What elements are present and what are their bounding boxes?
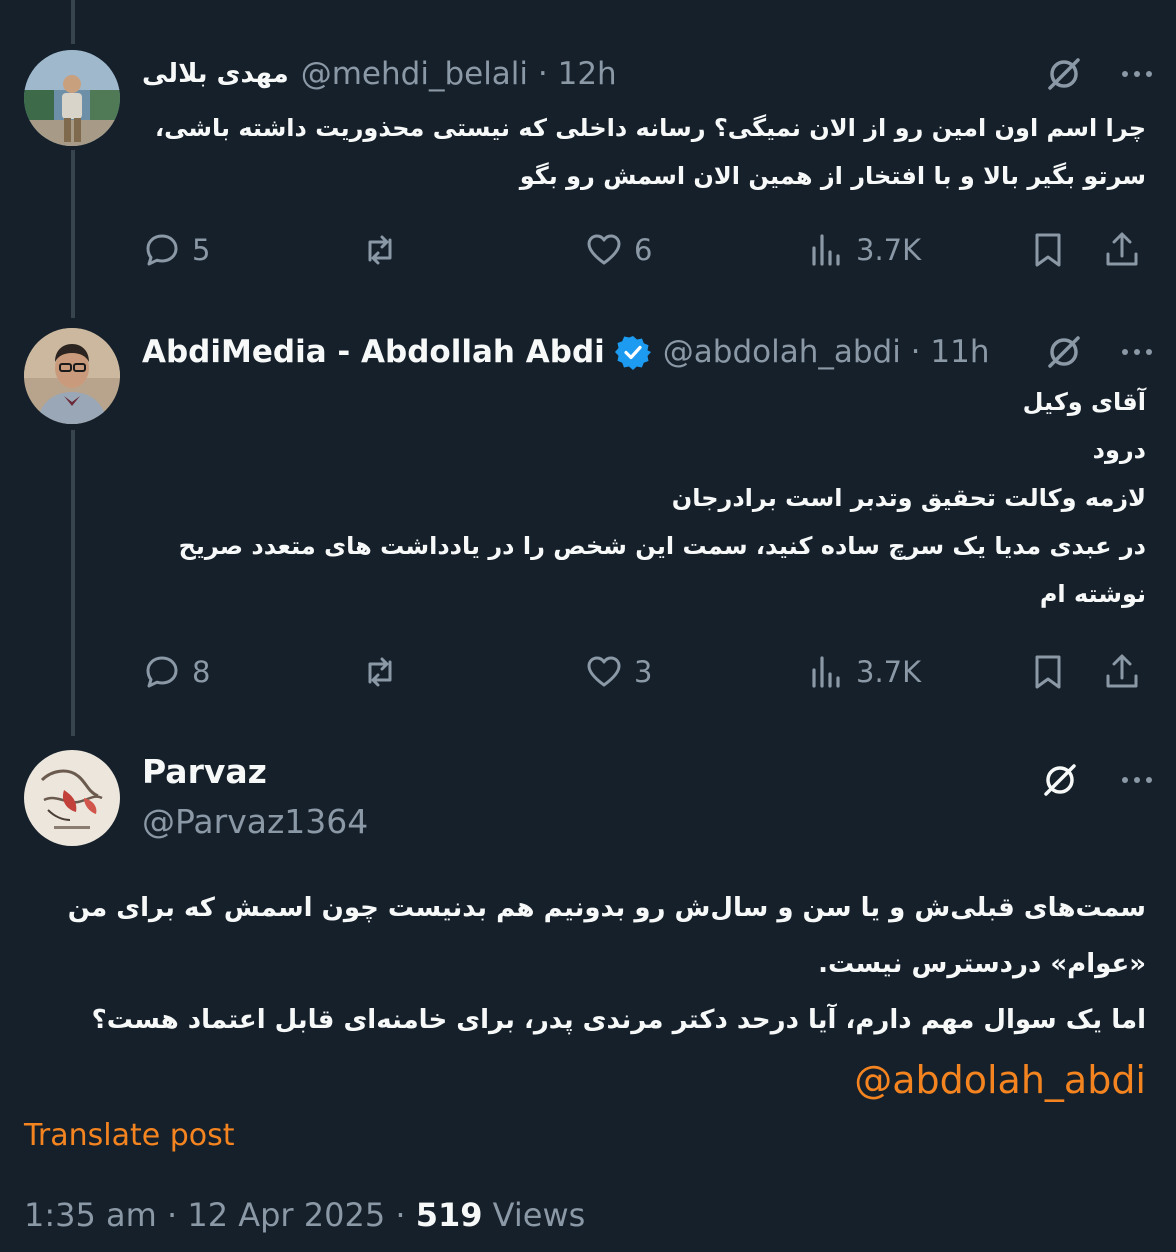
tweet-header-2: AbdiMedia - Abdollah Abdi @abdolah_abdi … xyxy=(142,330,1152,374)
more-icon[interactable] xyxy=(1122,777,1152,783)
bookmark-button[interactable] xyxy=(1028,652,1068,692)
reply-count: 8 xyxy=(192,655,211,689)
retweet-button[interactable] xyxy=(360,652,400,692)
tweet-line: نوشته ام xyxy=(1039,580,1146,608)
tweet-line: آقای وکیل xyxy=(1022,388,1146,416)
author-name[interactable]: AbdiMedia - Abdollah Abdi xyxy=(142,334,605,370)
retweet-button[interactable] xyxy=(360,230,400,270)
views-button[interactable]: 3.7K xyxy=(806,230,921,270)
tweet-line: «عوام» دردسترس نیست. xyxy=(818,949,1146,979)
post-date[interactable]: 12 Apr 2025 xyxy=(187,1196,385,1234)
author-handle-time: @abdolah_abdi · 11h xyxy=(663,334,990,370)
thread-line-top xyxy=(71,0,75,44)
reply-icon xyxy=(146,656,178,688)
like-button[interactable]: 3 xyxy=(584,652,652,692)
reply-button[interactable]: 5 xyxy=(142,230,210,270)
separator: · xyxy=(166,1196,178,1234)
tweet-line: در عبدی مدیا یک سرچ ساده کنید، سمت این ش… xyxy=(178,532,1146,560)
separator: · xyxy=(537,56,548,92)
share-button[interactable] xyxy=(1102,230,1142,270)
like-count: 3 xyxy=(634,655,653,689)
tweet-header-1: مهدی بلالی @mehdi_belali · 12h xyxy=(142,52,1152,96)
like-button[interactable]: 6 xyxy=(584,230,652,270)
tweet-line: لازمه وکالت تحقیق وتدبر است برادرجان xyxy=(671,484,1146,512)
retweet-icon xyxy=(368,657,392,687)
bookmark-button[interactable] xyxy=(1028,230,1068,270)
like-count: 6 xyxy=(634,233,653,267)
verified-badge-icon xyxy=(614,336,651,370)
post-time[interactable]: 1:35 am xyxy=(24,1196,157,1234)
header-actions xyxy=(1044,332,1152,372)
views-button[interactable]: 3.7K xyxy=(806,652,921,692)
reply-icon xyxy=(146,234,178,266)
share-icon xyxy=(1106,232,1138,266)
like-icon xyxy=(587,656,621,687)
separator: · xyxy=(910,334,921,370)
tweet-time[interactable]: 11h xyxy=(930,334,989,370)
grok-icon[interactable] xyxy=(1044,54,1084,94)
main-author-handle[interactable]: @Parvaz1364 xyxy=(142,802,368,841)
bookmark-icon xyxy=(1035,655,1061,689)
tweet-actions-2: 8 3 3.7K xyxy=(142,652,1152,692)
views-count: 3.7K xyxy=(856,233,922,267)
tweet-line: سمت‌های قبلی‌ش و یا سن و سال‌ش رو بدونیم… xyxy=(67,893,1146,923)
main-header-actions xyxy=(1040,760,1152,800)
header-actions xyxy=(1044,54,1152,94)
grok-icon[interactable] xyxy=(1044,332,1084,372)
thread-line-1 xyxy=(71,150,75,318)
tweet-line: درود xyxy=(1092,436,1146,464)
avatar-abdolah[interactable] xyxy=(24,328,120,424)
avatar-parvaz[interactable] xyxy=(24,750,120,846)
mention-link[interactable]: @abdolah_abdi xyxy=(854,1058,1146,1102)
avatar-mehdi[interactable] xyxy=(24,50,120,146)
tweet-text-2: آقای وکیل درود لازمه وکالت تحقیق وتدبر ا… xyxy=(142,378,1146,618)
tweet-time[interactable]: 12h xyxy=(558,56,617,92)
grok-icon[interactable] xyxy=(1040,760,1080,800)
author-handle-time: @mehdi_belali · 12h xyxy=(301,56,617,92)
tweet-actions-1: 5 6 3.7K xyxy=(142,230,1152,270)
views-count: 519 xyxy=(415,1196,483,1234)
more-icon[interactable] xyxy=(1122,71,1152,77)
main-author-name[interactable]: Parvaz xyxy=(142,752,267,791)
share-button[interactable] xyxy=(1102,652,1142,692)
bookmark-icon xyxy=(1035,233,1061,267)
reply-button[interactable]: 8 xyxy=(142,652,210,692)
retweet-icon xyxy=(368,235,392,265)
tweet-text-1: چرا اسم اون امین رو از الان نمیگی؟ رسانه… xyxy=(142,104,1146,200)
views-icon xyxy=(812,234,840,266)
tweet-metadata: 1:35 am · 12 Apr 2025 · 519 Views xyxy=(24,1196,585,1234)
views-icon xyxy=(812,656,840,688)
tweet-line: اما یک سوال مهم دارم، آیا درحد دکتر مرند… xyxy=(91,1005,1146,1035)
thread-line-2 xyxy=(71,430,75,736)
main-tweet-text: سمت‌های قبلی‌ش و یا سن و سال‌ش رو بدونیم… xyxy=(60,880,1146,1048)
share-icon xyxy=(1106,654,1138,688)
separator: · xyxy=(395,1196,406,1234)
more-icon[interactable] xyxy=(1122,349,1152,355)
views-count: 3.7K xyxy=(856,655,922,689)
views-label: Views xyxy=(492,1196,586,1234)
like-icon xyxy=(587,234,621,265)
author-name[interactable]: مهدی بلالی xyxy=(142,59,289,89)
author-handle[interactable]: @abdolah_abdi xyxy=(663,334,901,370)
translate-post-link[interactable]: Translate post xyxy=(24,1118,235,1153)
tweet-line: چرا اسم اون امین رو از الان نمیگی؟ رسانه… xyxy=(154,114,1146,142)
tweet-line: سرتو بگیر بالا و با افتخار از همین الان … xyxy=(519,162,1146,190)
reply-count: 5 xyxy=(192,233,211,267)
author-handle[interactable]: @mehdi_belali xyxy=(301,56,528,92)
